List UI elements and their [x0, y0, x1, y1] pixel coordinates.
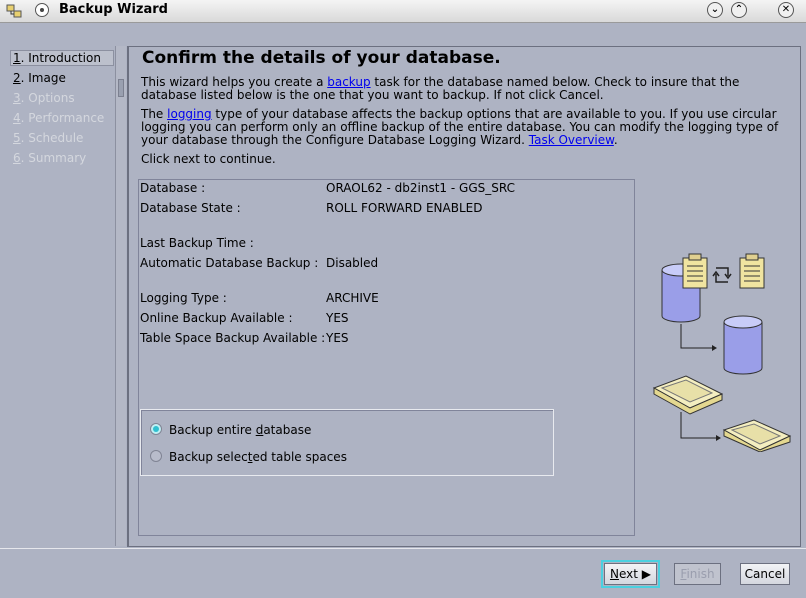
title-bar: Backup Wizard ⌄ ⌃ ✕ — [0, 0, 806, 23]
auto-backup-value: Disabled — [326, 256, 379, 270]
tablespace-backup-value: YES — [326, 331, 349, 345]
continue-text: Click next to continue. — [141, 152, 276, 166]
backup-selected-radio[interactable] — [150, 450, 162, 462]
logging-paragraph: The logging type of your database affect… — [141, 107, 779, 147]
finish-button: Finish — [674, 563, 721, 585]
last-backup-label: Last Backup Time : — [140, 236, 254, 250]
database-state-value: ROLL FORWARD ENABLED — [326, 201, 483, 215]
clipboard-icon — [682, 253, 708, 289]
close-icon[interactable]: ✕ — [778, 2, 794, 18]
logging-link[interactable]: logging — [167, 107, 211, 121]
logging-type-value: ARCHIVE — [326, 291, 379, 305]
database-state-label: Database State : — [140, 201, 241, 215]
backup-entire-radio[interactable] — [150, 423, 162, 435]
database-value: ORAOL62 - db2inst1 - GGS_SRC — [326, 181, 515, 195]
nav-step-schedule: 5. Schedule — [13, 131, 84, 145]
footer-divider — [0, 548, 806, 549]
backup-tray-icon — [722, 419, 792, 452]
next-button[interactable]: Next ▶ — [601, 560, 660, 588]
next-arrow-icon: ▶ — [637, 567, 651, 581]
backup-entire-label[interactable]: Backup entire database — [169, 423, 311, 437]
cancel-button[interactable]: Cancel — [740, 563, 790, 585]
nav-splitter[interactable] — [115, 46, 126, 546]
splitter-handle[interactable] — [118, 79, 124, 97]
task-overview-link[interactable]: Task Overview — [529, 133, 614, 147]
arrow-to-backup-tray — [680, 412, 721, 441]
backup-illustration — [652, 253, 792, 452]
clipboard-copy-icon — [739, 253, 765, 289]
maximize-icon[interactable]: ⌃ — [731, 2, 747, 18]
wizard-steps-nav: 1. Introduction 2. Image 3. Options 4. P… — [9, 46, 116, 546]
backup-link[interactable]: backup — [327, 75, 370, 89]
database-label: Database : — [140, 181, 206, 195]
backup-scope-group: Backup entire database Backup selected t… — [140, 409, 554, 476]
tablespace-backup-label: Table Space Backup Available : — [140, 331, 326, 345]
arrow-to-backup-db — [680, 324, 717, 351]
nav-step-options: 3. Options — [13, 91, 75, 105]
window-menu-icon[interactable] — [35, 3, 49, 17]
database-details-panel: Database : ORAOL62 - db2inst1 - GGS_SRC … — [138, 179, 635, 536]
online-backup-value: YES — [326, 311, 349, 325]
nav-step-introduction[interactable]: 1. Introduction — [13, 51, 101, 65]
window-title: Backup Wizard — [59, 2, 168, 17]
auto-backup-label: Automatic Database Backup : — [140, 256, 319, 270]
nav-step-summary: 6. Summary — [13, 151, 87, 165]
logging-type-label: Logging Type : — [140, 291, 227, 305]
intro-paragraph: This wizard helps you create a backup ta… — [141, 75, 740, 102]
nav-step-performance: 4. Performance — [13, 111, 105, 125]
app-icon — [6, 4, 22, 18]
nav-step-image[interactable]: 2. Image — [13, 71, 66, 85]
online-backup-label: Online Backup Available : — [140, 311, 293, 325]
sync-arrows-icon — [712, 267, 732, 283]
minimize-icon[interactable]: ⌄ — [707, 2, 723, 18]
tray-icon — [652, 375, 724, 415]
page-title: Confirm the details of your database. — [142, 48, 501, 68]
backup-database-icon — [723, 315, 763, 375]
backup-selected-label[interactable]: Backup selected table spaces — [169, 450, 347, 464]
